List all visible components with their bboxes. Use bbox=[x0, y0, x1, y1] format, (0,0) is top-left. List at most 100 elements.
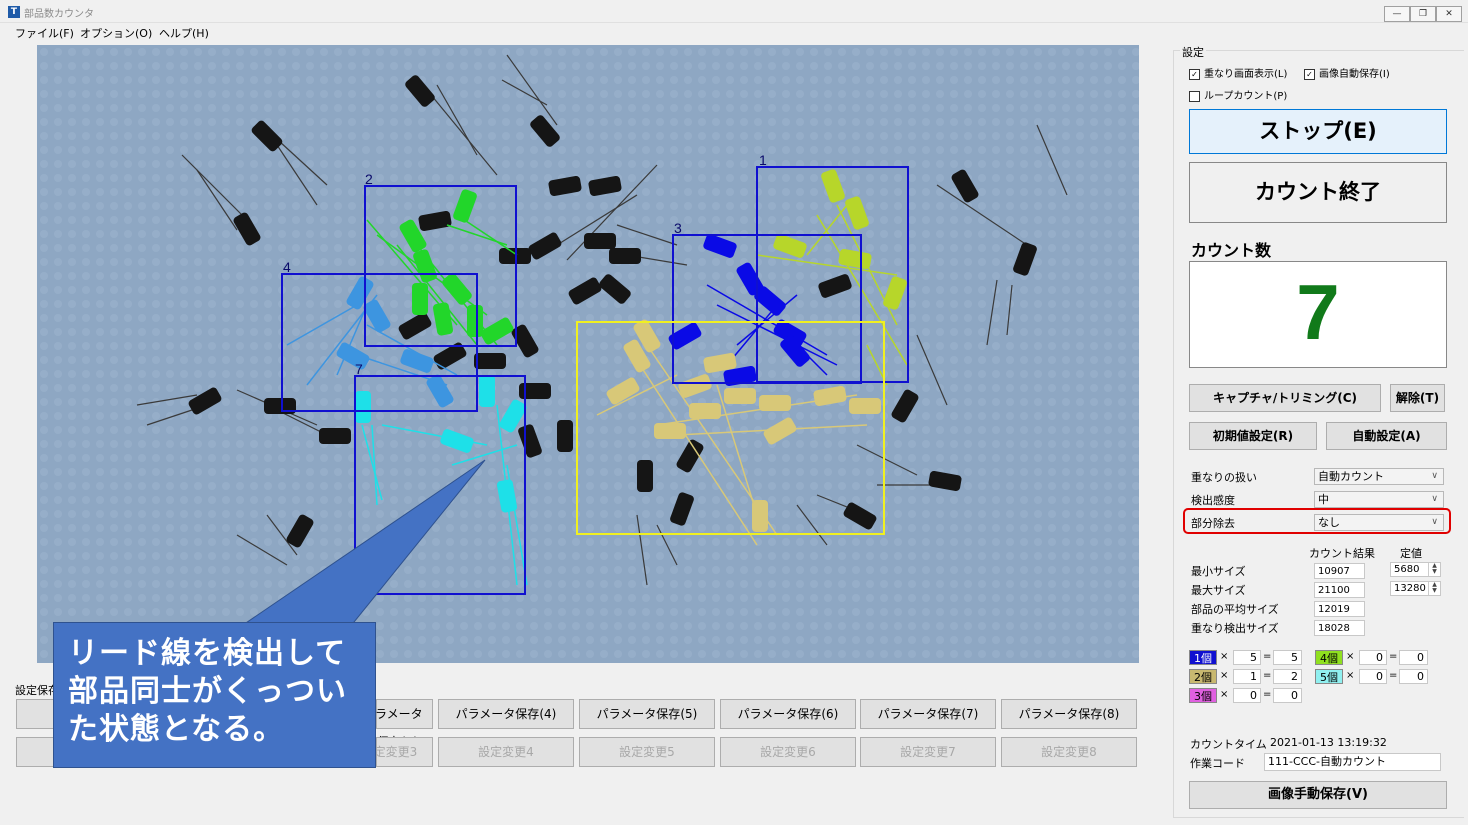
mult-right-times-0: × bbox=[1346, 651, 1355, 662]
max-size-result: 21100 bbox=[1314, 582, 1365, 598]
param-save-button-7[interactable]: パラメータ保存(7) bbox=[860, 699, 996, 729]
restore-icon[interactable]: ❐ bbox=[1410, 6, 1436, 22]
mult-left-qty-2: 0 bbox=[1233, 688, 1261, 703]
mult-right-qty-1: 0 bbox=[1359, 669, 1387, 684]
overlap-handling-select[interactable]: 自動カウント ∨ bbox=[1314, 468, 1444, 485]
checkbox-checked-icon[interactable]: ✓ bbox=[1304, 68, 1315, 80]
mult-left-equals-0: = bbox=[1263, 651, 1272, 662]
detect-sensitivity-label: 検出感度 bbox=[1191, 494, 1235, 507]
param-save-button-1[interactable] bbox=[16, 699, 56, 729]
title-bar: T 部品数カウンタ — ❐ ✕ bbox=[0, 0, 1468, 23]
menu-file[interactable]: ファイル(F) bbox=[15, 25, 74, 41]
mult-left-tag-0: 1個 bbox=[1189, 650, 1217, 665]
checkbox-unchecked-icon[interactable] bbox=[1189, 90, 1200, 102]
partial-removal-select[interactable]: なし ∨ bbox=[1314, 514, 1444, 531]
stop-button[interactable]: ストップ(E) bbox=[1189, 109, 1447, 154]
mult-right-total-1: 0 bbox=[1399, 669, 1428, 684]
param-save-button-6[interactable]: パラメータ保存(6) bbox=[720, 699, 856, 729]
menu-bar: ファイル(F) オプション(O) ヘルプ(H) bbox=[0, 22, 1468, 42]
callout-line-1: リード線を検出して bbox=[68, 636, 347, 671]
release-button[interactable]: 解除(T) bbox=[1390, 384, 1445, 412]
count-title: カウント数 bbox=[1191, 241, 1272, 260]
count-display: 7 bbox=[1189, 261, 1447, 368]
mult-right-tag-1: 5個 bbox=[1315, 669, 1343, 684]
callout-line-3: た状態となる。 bbox=[68, 712, 285, 747]
check-loop-count[interactable]: ループカウント(P) bbox=[1189, 87, 1287, 102]
setting-change-button-3[interactable]: 設定変更3 bbox=[362, 737, 433, 767]
work-code-label: 作業コード bbox=[1190, 757, 1245, 770]
overlap-detect-size-result: 18028 bbox=[1314, 620, 1365, 636]
min-size-setting[interactable]: 5680 ▲ ▼ bbox=[1390, 562, 1441, 577]
mult-left-times-2: × bbox=[1220, 689, 1229, 700]
chevron-down-icon: ∨ bbox=[1431, 494, 1438, 504]
overlap-detect-size-label: 重なり検出サイズ bbox=[1191, 622, 1279, 635]
window-title: 部品数カウンタ bbox=[24, 9, 94, 20]
close-icon[interactable]: ✕ bbox=[1436, 6, 1462, 22]
work-code-input[interactable]: 111-CCC-自動カウント bbox=[1264, 753, 1441, 771]
mult-right-equals-1: = bbox=[1389, 670, 1398, 681]
box-label-2: 2 bbox=[365, 171, 373, 187]
check-auto-image-save[interactable]: ✓ 画像自動保存(I) bbox=[1304, 65, 1390, 80]
avg-size-label: 部品の平均サイズ bbox=[1191, 603, 1279, 616]
annotation-callout: リード線を検出して 部品同士がくっつい た状態となる。 bbox=[53, 622, 376, 768]
mult-right-equals-0: = bbox=[1389, 651, 1398, 662]
box-label-4: 4 bbox=[283, 259, 291, 275]
param-save-button-5[interactable]: パラメータ保存(5) bbox=[579, 699, 715, 729]
param-save-button-4[interactable]: パラメータ保存(4) bbox=[438, 699, 574, 729]
mult-right-tag-0: 4個 bbox=[1315, 650, 1343, 665]
param-save-button-8[interactable]: パラメータ保存(8) bbox=[1001, 699, 1137, 729]
chevron-down-icon: ∨ bbox=[1431, 471, 1438, 481]
partial-removal-label: 部分除去 bbox=[1191, 517, 1235, 530]
mult-left-times-1: × bbox=[1220, 670, 1229, 681]
mult-right-qty-0: 0 bbox=[1359, 650, 1387, 665]
menu-options[interactable]: オプション(O) bbox=[80, 25, 152, 41]
max-size-setting[interactable]: 13280 ▲ ▼ bbox=[1390, 581, 1441, 596]
mult-left-tag-1: 2個 bbox=[1189, 669, 1217, 684]
count-end-button[interactable]: カウント終了 bbox=[1189, 162, 1447, 223]
initial-settings-button[interactable]: 初期値設定(R) bbox=[1189, 422, 1317, 450]
app-icon: T bbox=[8, 6, 20, 18]
mult-left-qty-0: 5 bbox=[1233, 650, 1261, 665]
capture-trimming-button[interactable]: キャプチャ/トリミング(C) bbox=[1189, 384, 1381, 412]
minimize-icon[interactable]: — bbox=[1384, 6, 1410, 22]
callout-pointer bbox=[238, 459, 486, 628]
box-label-3: 3 bbox=[674, 220, 682, 236]
mult-right-total-0: 0 bbox=[1399, 650, 1428, 665]
mult-left-total-0: 5 bbox=[1273, 650, 1302, 665]
mult-left-times-0: × bbox=[1220, 651, 1229, 662]
result-header: カウント結果 bbox=[1309, 547, 1375, 560]
max-size-label: 最大サイズ bbox=[1191, 584, 1246, 597]
menu-help[interactable]: ヘルプ(H) bbox=[159, 25, 209, 41]
callout-line-2: 部品同士がくっつい bbox=[68, 674, 347, 709]
setting-change-button-8[interactable]: 設定変更8 bbox=[1001, 737, 1137, 767]
min-size-result: 10907 bbox=[1314, 563, 1365, 579]
box-label-7: 7 bbox=[355, 361, 363, 377]
min-size-label: 最小サイズ bbox=[1191, 565, 1246, 578]
setting-change-button-4[interactable]: 設定変更4 bbox=[438, 737, 574, 767]
checkbox-checked-icon[interactable]: ✓ bbox=[1189, 68, 1200, 80]
avg-size-result: 12019 bbox=[1314, 601, 1365, 617]
count-time-label: カウントタイム bbox=[1190, 738, 1267, 751]
count-value: 7 bbox=[1296, 268, 1340, 356]
capture-view[interactable]: 1 2 3 4 7 bbox=[37, 45, 1139, 663]
count-time-value: 2021-01-13 13:19:32 bbox=[1270, 736, 1387, 749]
setting-change-button-1[interactable] bbox=[16, 737, 56, 767]
setting-change-button-7[interactable]: 設定変更7 bbox=[860, 737, 996, 767]
setting-change-button-5[interactable]: 設定変更5 bbox=[579, 737, 715, 767]
mult-left-equals-2: = bbox=[1263, 689, 1272, 700]
spinner-arrows-icon: ▲ ▼ bbox=[1428, 563, 1440, 576]
setting-change-button-6[interactable]: 設定変更6 bbox=[720, 737, 856, 767]
mult-left-tag-2: 3個 bbox=[1189, 688, 1217, 703]
mult-left-qty-1: 1 bbox=[1233, 669, 1261, 684]
manual-image-save-button[interactable]: 画像手動保存(V) bbox=[1189, 781, 1447, 809]
mult-left-total-1: 2 bbox=[1273, 669, 1302, 684]
mult-left-equals-1: = bbox=[1263, 670, 1272, 681]
check-overlap-display[interactable]: ✓ 重なり画面表示(L) bbox=[1189, 65, 1287, 80]
mult-left-total-2: 0 bbox=[1273, 688, 1302, 703]
box-label-1: 1 bbox=[759, 152, 767, 168]
detect-sensitivity-select[interactable]: 中 ∨ bbox=[1314, 491, 1444, 508]
param-save-button-3[interactable]: パラメータ保存(3) bbox=[363, 699, 433, 749]
settings-group-title: 設定 bbox=[1180, 44, 1206, 60]
auto-settings-button[interactable]: 自動設定(A) bbox=[1326, 422, 1447, 450]
mult-right-times-1: × bbox=[1346, 670, 1355, 681]
